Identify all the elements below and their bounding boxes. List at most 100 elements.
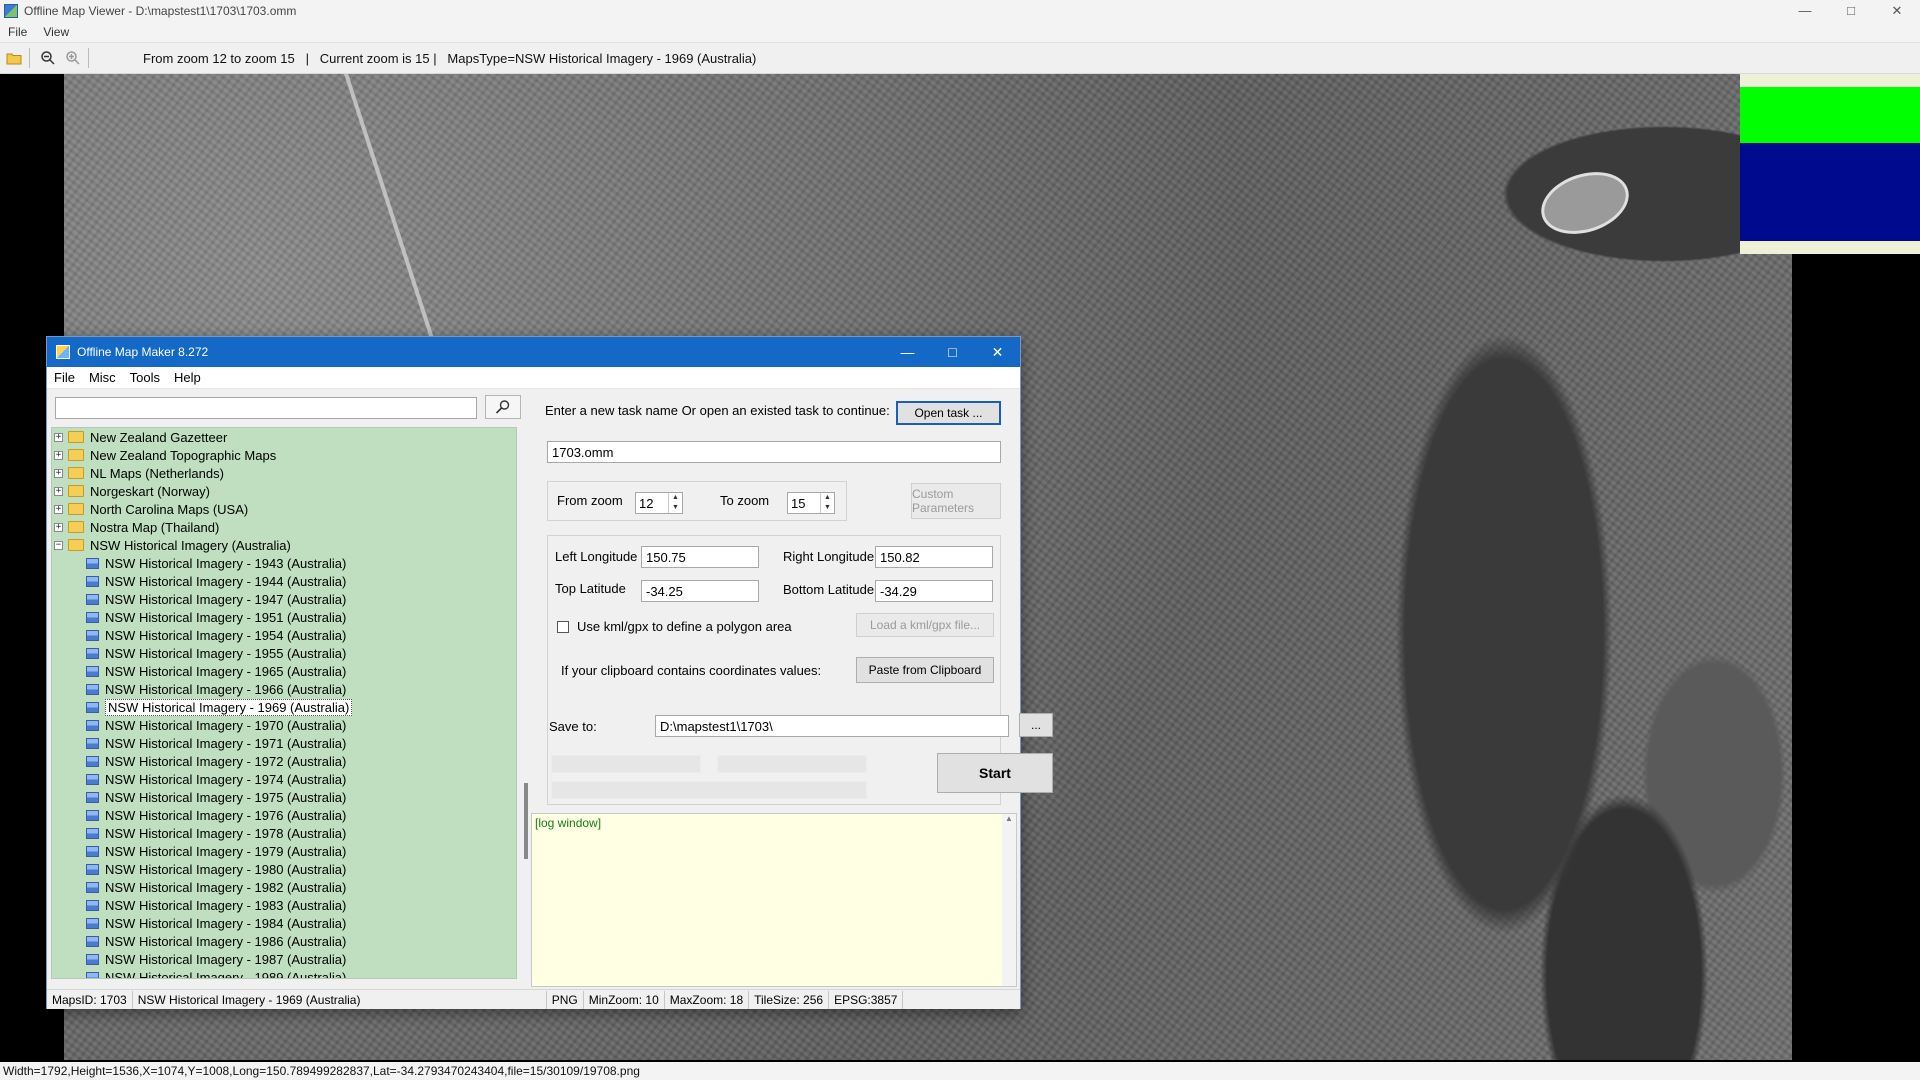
dialog-minimize-button[interactable]: —: [885, 337, 930, 367]
tree-scroll-thumb[interactable]: [524, 783, 528, 859]
tree-map-item[interactable]: NSW Historical Imagery - 1987 (Australia…: [52, 950, 516, 968]
maker-app-icon: [56, 345, 70, 359]
tree-map-item[interactable]: NSW Historical Imagery - 1966 (Australia…: [52, 680, 516, 698]
tree-folder-item[interactable]: + North Carolina Maps (USA): [52, 500, 516, 518]
zoom-out-button[interactable]: [37, 47, 59, 69]
tree-folder-item[interactable]: + New Zealand Topographic Maps: [52, 446, 516, 464]
zoom-in-button[interactable]: [62, 47, 84, 69]
menu-file[interactable]: File: [0, 25, 35, 39]
viewer-menu-bar: File View: [0, 22, 1920, 42]
from-zoom-spinner[interactable]: 12 ▲ ▼: [635, 492, 683, 514]
dialog-menu-help[interactable]: Help: [167, 370, 208, 385]
search-icon: [495, 400, 510, 414]
tree-map-item[interactable]: NSW Historical Imagery - 1965 (Australia…: [52, 662, 516, 680]
tree-map-item[interactable]: NSW Historical Imagery - 1972 (Australia…: [52, 752, 516, 770]
legend-blue-band: [1740, 143, 1920, 241]
tree-map-item[interactable]: NSW Historical Imagery - 1975 (Australia…: [52, 788, 516, 806]
map-layer-icon: [86, 899, 99, 911]
close-button[interactable]: ✕: [1874, 0, 1920, 22]
load-kml-button[interactable]: Load a kml/gpx file...: [856, 613, 994, 637]
tree-map-item[interactable]: NSW Historical Imagery - 1982 (Australia…: [52, 878, 516, 896]
folder-icon: [68, 449, 84, 461]
expand-icon[interactable]: +: [54, 468, 63, 478]
tree-map-item[interactable]: NSW Historical Imagery - 1943 (Australia…: [52, 554, 516, 572]
map-layer-icon: [86, 557, 99, 569]
tree-map-item-selected[interactable]: NSW Historical Imagery - 1969 (Australia…: [52, 698, 516, 716]
save-to-field[interactable]: D:\mapstest1\1703\: [655, 715, 1009, 737]
tree-map-item[interactable]: NSW Historical Imagery - 1976 (Australia…: [52, 806, 516, 824]
viewer-title-bar: Offline Map Viewer - D:\mapstest1\1703\1…: [0, 0, 1920, 22]
dialog-maximize-button[interactable]: □: [930, 337, 975, 367]
start-button[interactable]: Start: [937, 753, 1053, 793]
dialog-menu-misc[interactable]: Misc: [82, 370, 123, 385]
tree-map-label: NSW Historical Imagery - 1989 (Australia…: [105, 969, 347, 979]
tree-map-item[interactable]: NSW Historical Imagery - 1970 (Australia…: [52, 716, 516, 734]
maps-search-input[interactable]: [55, 397, 477, 419]
map-maker-dialog: Offline Map Maker 8.272 — □ ✕ File Misc …: [46, 336, 1053, 1009]
map-layer-icon: [86, 593, 99, 605]
tree-map-label: NSW Historical Imagery - 1947 (Australia…: [105, 591, 347, 607]
search-button[interactable]: [485, 395, 521, 419]
expand-icon[interactable]: +: [54, 504, 63, 514]
tree-map-item[interactable]: NSW Historical Imagery - 1971 (Australia…: [52, 734, 516, 752]
spinner-arrows-icon[interactable]: ▲ ▼: [820, 493, 834, 513]
map-layer-icon: [86, 809, 99, 821]
tree-folder-item[interactable]: + NL Maps (Netherlands): [52, 464, 516, 482]
paste-from-clipboard-button[interactable]: Paste from Clipboard: [856, 657, 994, 683]
spinner-arrows-icon[interactable]: ▲ ▼: [668, 493, 682, 513]
dialog-menu-file[interactable]: File: [47, 370, 82, 385]
expand-icon[interactable]: +: [54, 486, 63, 496]
tree-map-item[interactable]: NSW Historical Imagery - 1980 (Australia…: [52, 860, 516, 878]
tree-map-label: NSW Historical Imagery - 1978 (Australia…: [105, 825, 347, 841]
progress-bar: [551, 755, 701, 773]
map-layer-icon: [86, 917, 99, 929]
log-scrollbar[interactable]: ▲: [1002, 814, 1016, 986]
viewer-app-icon: [4, 4, 18, 18]
tree-map-item[interactable]: NSW Historical Imagery - 1989 (Australia…: [52, 968, 516, 979]
use-kml-checkbox[interactable]: [557, 621, 569, 633]
tree-map-item[interactable]: NSW Historical Imagery - 1947 (Australia…: [52, 590, 516, 608]
expand-icon[interactable]: +: [54, 450, 63, 460]
top-latitude-field[interactable]: -34.25: [641, 580, 759, 602]
task-name-field[interactable]: 1703.omm: [547, 441, 1001, 463]
dialog-close-button[interactable]: ✕: [975, 337, 1020, 367]
tree-map-item[interactable]: NSW Historical Imagery - 1979 (Australia…: [52, 842, 516, 860]
use-kml-label: Use kml/gpx to define a polygon area: [577, 619, 792, 634]
open-task-button[interactable]: Open task ...: [896, 401, 1001, 425]
tree-folder-item[interactable]: − NSW Historical Imagery (Australia): [52, 536, 516, 554]
map-island: [1533, 161, 1637, 245]
left-longitude-field[interactable]: 150.75: [641, 546, 759, 568]
expand-icon[interactable]: +: [54, 522, 63, 532]
tree-map-item[interactable]: NSW Historical Imagery - 1984 (Australia…: [52, 914, 516, 932]
log-window[interactable]: [log window] ▲: [531, 813, 1017, 987]
tree-folder-item[interactable]: + Nostra Map (Thailand): [52, 518, 516, 536]
tree-map-item[interactable]: NSW Historical Imagery - 1951 (Australia…: [52, 608, 516, 626]
tree-map-item[interactable]: NSW Historical Imagery - 1954 (Australia…: [52, 626, 516, 644]
expand-icon[interactable]: +: [54, 432, 63, 442]
right-longitude-field[interactable]: 150.82: [875, 546, 993, 568]
map-layer-icon: [86, 665, 99, 677]
collapse-icon[interactable]: −: [54, 540, 63, 550]
tree-map-item[interactable]: NSW Historical Imagery - 1986 (Australia…: [52, 932, 516, 950]
tree-map-item[interactable]: NSW Historical Imagery - 1955 (Australia…: [52, 644, 516, 662]
tree-map-item[interactable]: NSW Historical Imagery - 1978 (Australia…: [52, 824, 516, 842]
tree-map-item[interactable]: NSW Historical Imagery - 1983 (Australia…: [52, 896, 516, 914]
open-folder-button[interactable]: [3, 47, 25, 69]
browse-button[interactable]: ...: [1019, 713, 1053, 737]
tree-map-item[interactable]: NSW Historical Imagery - 1974 (Australia…: [52, 770, 516, 788]
maps-tree[interactable]: + New Zealand Gazetteer + New Zealand Topog…: [51, 427, 517, 979]
bottom-latitude-field[interactable]: -34.29: [875, 580, 993, 602]
minimize-button[interactable]: —: [1782, 0, 1828, 22]
custom-parameters-button[interactable]: Custom Parameters: [911, 483, 1001, 519]
maximize-button[interactable]: □: [1828, 0, 1874, 22]
log-text: [log window]: [535, 816, 602, 830]
tree-folder-item[interactable]: + Norgeskart (Norway): [52, 482, 516, 500]
tree-map-item[interactable]: NSW Historical Imagery - 1944 (Australia…: [52, 572, 516, 590]
tree-folder-label: North Carolina Maps (USA): [90, 501, 249, 517]
menu-view[interactable]: View: [35, 25, 77, 39]
tree-map-label: NSW Historical Imagery - 1971 (Australia…: [105, 735, 347, 751]
to-zoom-spinner[interactable]: 15 ▲ ▼: [787, 492, 835, 514]
tree-folder-item[interactable]: + New Zealand Gazetteer: [52, 428, 516, 446]
from-zoom-value: 12: [639, 495, 654, 511]
dialog-menu-tools[interactable]: Tools: [123, 370, 167, 385]
